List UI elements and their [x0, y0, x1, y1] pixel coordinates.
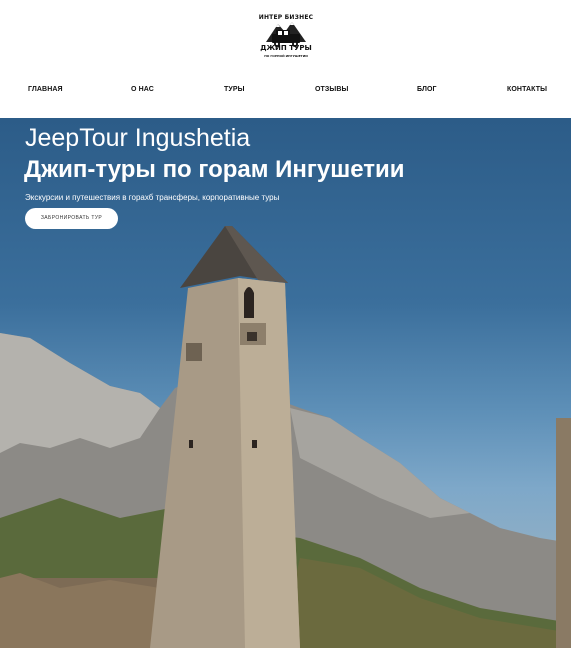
main-nav: ГЛАВНАЯ О НАС ТУРЫ ОТЗЫВЫ БЛОГ КОНТАКТЫ: [0, 86, 571, 100]
nav-item-reviews[interactable]: ОТЗЫВЫ: [315, 86, 348, 93]
logo-text-top: ИНТЕР БИЗНЕС: [258, 14, 314, 21]
book-tour-button[interactable]: ЗАБРОНИРОВАТЬ ТУР: [25, 208, 118, 229]
hero-subtitle: Джип-туры по горам Ингушетии: [24, 156, 405, 183]
nav-item-home[interactable]: ГЛАВНАЯ: [28, 86, 63, 93]
logo-text-mid: ДЖИП ТУРЫ: [260, 44, 312, 52]
logo[interactable]: ИНТЕР БИЗНЕС ДЖИП ТУРЫ ПО ГОРНОЙ ИНГУШЕТ…: [258, 12, 314, 60]
nav-item-about[interactable]: О НАС: [131, 86, 154, 93]
hero-description: Экскурсии и путешествия в горахб трансфе…: [25, 193, 280, 202]
nav-item-tours[interactable]: ТУРЫ: [224, 86, 245, 93]
logo-text-bottom: ПО ГОРНОЙ ИНГУШЕТИИ: [264, 54, 308, 58]
hero-title: JeepTour Ingushetia: [25, 124, 251, 152]
site-header: ИНТЕР БИЗНЕС ДЖИП ТУРЫ ПО ГОРНОЙ ИНГУШЕТ…: [0, 0, 571, 118]
nav-item-contacts[interactable]: КОНТАКТЫ: [507, 86, 547, 93]
hero-section: JeepTour Ingushetia Джип-туры по горам И…: [0, 118, 571, 648]
nav-item-blog[interactable]: БЛОГ: [417, 86, 437, 93]
